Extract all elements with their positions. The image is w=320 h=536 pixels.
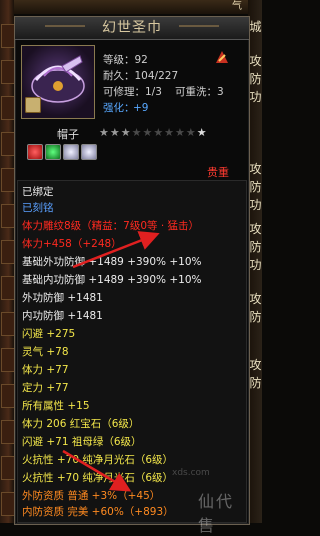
watermark-url: xds.com	[172, 468, 210, 478]
left-slot[interactable]	[1, 240, 15, 264]
top-bar-label: 气	[232, 1, 242, 12]
right-tab[interactable]: 防	[249, 308, 262, 326]
attr-line: 已刻铭	[22, 202, 54, 214]
moonstone-gem-icon[interactable]	[81, 144, 97, 160]
title-bar: 幻世圣巾	[15, 17, 249, 40]
attr-line: 基础内功防御 +1489 +390% +10%	[22, 274, 202, 286]
right-tab[interactable]: 功	[249, 256, 262, 274]
left-slot[interactable]	[1, 132, 15, 156]
right-tab[interactable]: 城	[249, 18, 262, 36]
right-tab[interactable]: 功	[249, 88, 262, 106]
bound-lock-icon	[25, 97, 41, 113]
attr-line: 外防资质 普通 +3%（+45）	[22, 490, 161, 502]
top-bar: 气	[0, 0, 262, 14]
left-background-strip	[0, 0, 15, 523]
stars-lit: ★★★	[99, 126, 132, 139]
attr-line: 火抗性 +70 纯净月光石（6级）	[22, 472, 174, 484]
stars-dim: ★★★★★★	[131, 126, 197, 139]
attr-line: 内功防御 +1481	[22, 310, 103, 322]
attr-line: 灵气 +78	[22, 346, 69, 358]
left-slot[interactable]	[1, 276, 15, 300]
enhance-value: +9	[133, 102, 149, 114]
item-tooltip-panel: 幻世圣巾 等级：92 耐久：104/227 可修理：1/3 可重洗：3 强化： …	[14, 16, 250, 525]
right-tab[interactable]: 防	[249, 70, 262, 88]
attr-line: 体力 206 红宝石（6级）	[22, 418, 140, 430]
left-slot[interactable]	[1, 456, 15, 480]
watermark-text: 仙代售	[198, 492, 235, 535]
attr-line: 体力雕纹8级（精益：7级0等 · 猛击）	[22, 220, 200, 232]
rarity-grade: 贵重	[207, 166, 229, 179]
attr-line: 已绑定	[22, 186, 54, 198]
star-rating: ★★★★★★★★★★	[99, 126, 208, 139]
faction-emblem-icon	[216, 51, 228, 63]
left-slot[interactable]	[1, 24, 15, 48]
right-tab[interactable]: 攻	[249, 290, 262, 308]
repairable-stat: 可修理：1/3	[103, 86, 162, 98]
durability-stat: 耐久：104/227	[103, 70, 179, 82]
left-slot[interactable]	[1, 168, 15, 192]
left-slot[interactable]	[1, 420, 15, 444]
rewash-stat: 可重洗：3	[175, 86, 224, 98]
right-tab[interactable]: 防	[249, 374, 262, 392]
emerald-gem-icon[interactable]	[45, 144, 61, 160]
right-tab[interactable]: 防	[249, 178, 262, 196]
right-background-strip: 城 攻 防 功 攻 防 功 攻 防 功 攻 防 攻 防	[248, 0, 262, 523]
right-tab[interactable]: 攻	[249, 220, 262, 238]
attr-line: 体力 +77	[22, 364, 69, 376]
left-slot[interactable]	[1, 384, 15, 408]
attr-line: 定力 +77	[22, 382, 69, 394]
left-slot[interactable]	[1, 96, 15, 120]
attr-line: 体力+458（+248）	[22, 238, 122, 250]
attr-line: 闪避 +71 祖母绿（6级）	[22, 436, 142, 448]
attr-line: 外功防御 +1481	[22, 292, 103, 304]
right-tab[interactable]: 防	[249, 238, 262, 256]
right-tab[interactable]: 攻	[249, 52, 262, 70]
level-stat: 等级：92	[103, 54, 148, 66]
left-slot[interactable]	[1, 60, 15, 84]
left-slot[interactable]	[1, 348, 15, 372]
attribute-list: 已绑定 已刻铭 体力雕纹8级（精益：7级0等 · 猛击） 体力+458（+248…	[17, 180, 247, 523]
right-tab[interactable]: 攻	[249, 356, 262, 374]
right-tab[interactable]: 攻	[249, 160, 262, 178]
left-slot[interactable]	[1, 312, 15, 336]
attr-line: 闪避 +275	[22, 328, 76, 340]
ruby-gem-icon[interactable]	[27, 144, 43, 160]
item-type: 帽子	[57, 128, 79, 141]
left-slot[interactable]	[1, 204, 15, 228]
moonstone-gem-icon[interactable]	[63, 144, 79, 160]
left-slot[interactable]	[1, 492, 15, 516]
stars-end: ★	[196, 126, 208, 139]
attr-line: 火抗性 +70 纯净月光石（6级）	[22, 454, 174, 466]
attr-line: 所有属性 +15	[22, 400, 90, 412]
attr-line: 基础外功防御 +1489 +390% +10%	[22, 256, 202, 268]
attr-line: 内防资质 完美 +60%（+893）	[22, 506, 174, 518]
right-tab[interactable]: 功	[249, 196, 262, 214]
enhance-label: 强化：	[103, 102, 135, 114]
item-title: 幻世圣巾	[102, 20, 162, 36]
watermark: xds.com 仙代售	[170, 468, 250, 535]
